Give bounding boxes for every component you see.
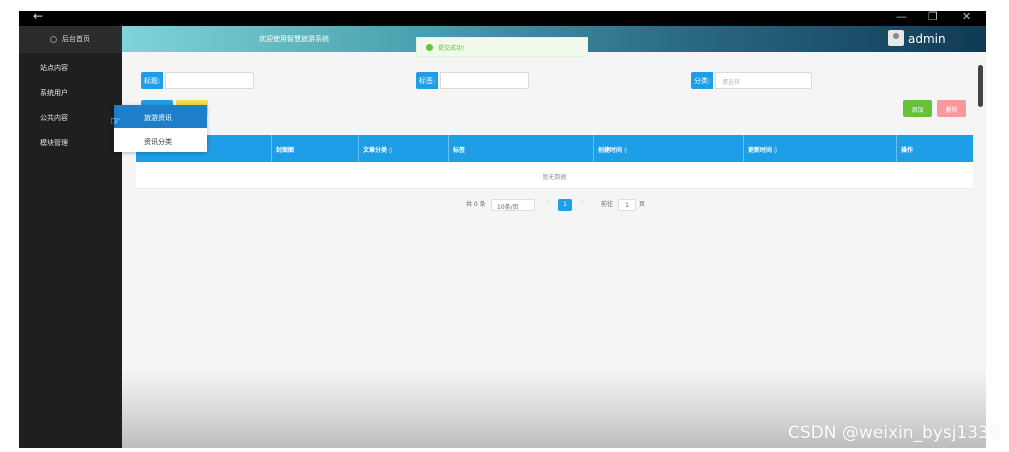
- column-actions: 操作: [896, 135, 973, 162]
- username[interactable]: admin: [908, 32, 946, 46]
- prev-page-icon[interactable]: ‹: [547, 199, 549, 206]
- submenu-item-news-category[interactable]: 资讯分类: [114, 129, 207, 152]
- submenu-item-travel-news[interactable]: 旅游资讯: [114, 105, 207, 128]
- sidebar-home[interactable]: 后台首页: [19, 26, 122, 53]
- sidebar: 后台首页 站点内容 系统用户 公共内容 模块管理: [19, 26, 122, 448]
- public-content-submenu: 旅游资讯 资讯分类: [114, 105, 207, 152]
- title-filter-label: 标题:: [141, 72, 164, 89]
- sidebar-item-label: 站点内容: [40, 64, 68, 72]
- watermark: CSDN @weixin_bysj1330: [788, 423, 1000, 443]
- home-icon: [50, 36, 57, 43]
- sidebar-item-site-content[interactable]: 站点内容: [19, 57, 122, 79]
- category-filter-label: 分类:: [691, 72, 714, 89]
- main-content: [122, 52, 986, 448]
- avatar[interactable]: [888, 30, 904, 46]
- column-header: 创建时间 ◊: [598, 147, 628, 154]
- app-window: ← — ❐ ✕ 后台首页 站点内容 系统用户 公共内容 模块管理 欢迎使用智慧旅…: [0, 0, 1009, 452]
- delete-button[interactable]: 删除: [937, 100, 966, 117]
- welcome-text: 欢迎使用智慧旅游系统: [259, 35, 329, 43]
- table-empty-row: 暂无数据: [136, 162, 973, 189]
- add-button[interactable]: 添加: [903, 100, 932, 117]
- scrollbar[interactable]: [978, 65, 983, 107]
- back-arrow-icon[interactable]: ←: [33, 9, 43, 23]
- tag-filter-input[interactable]: [440, 72, 529, 89]
- next-page-icon[interactable]: ›: [581, 199, 583, 206]
- column-updated[interactable]: 更新时间 ◊: [743, 135, 896, 162]
- column-header: 更新时间 ◊: [748, 147, 778, 154]
- table-header: 封面图 文章分类 ◊ 标签 创建时间 ◊ 更新时间 ◊ 操作: [136, 135, 973, 162]
- column-header: 标签: [453, 147, 466, 154]
- empty-text: 暂无数据: [542, 174, 567, 181]
- column-category[interactable]: 文章分类 ◊: [358, 135, 448, 162]
- sidebar-item-module-management[interactable]: 模块管理: [19, 132, 122, 154]
- sidebar-item-public-content[interactable]: 公共内容: [19, 107, 122, 129]
- minimize-icon[interactable]: —: [896, 10, 907, 23]
- chevron-down-icon: ⌄: [722, 76, 728, 84]
- column-header: 封面图: [276, 147, 295, 154]
- goto-page-input[interactable]: 1: [618, 199, 636, 211]
- close-icon[interactable]: ✕: [962, 10, 971, 23]
- page-number-current[interactable]: 1: [558, 199, 572, 211]
- sidebar-item-system-users[interactable]: 系统用户: [19, 82, 122, 104]
- column-tags: 标签: [448, 135, 593, 162]
- pagination-total: 共 0 条: [466, 201, 486, 208]
- restore-icon[interactable]: ❐: [928, 10, 938, 23]
- goto-label: 前往: [601, 201, 614, 208]
- submenu-item-label: 资讯分类: [144, 138, 172, 146]
- hand-cursor-icon: ☞: [110, 114, 121, 128]
- category-filter-select[interactable]: 请选择 ⌄: [715, 72, 812, 89]
- page-size-value: 10条/页: [497, 204, 519, 211]
- column-header: 文章分类 ◊: [363, 147, 393, 154]
- sidebar-home-label: 后台首页: [62, 35, 90, 43]
- submenu-item-label: 旅游资讯: [144, 114, 172, 122]
- sidebar-item-label: 系统用户: [40, 89, 68, 97]
- column-created[interactable]: 创建时间 ◊: [593, 135, 743, 162]
- sidebar-item-label: 模块管理: [40, 139, 68, 147]
- window-titlebar: ← — ❐ ✕: [19, 9, 986, 26]
- success-toast: 提交成功!: [416, 37, 588, 57]
- column-header: 操作: [901, 147, 914, 154]
- tag-filter-label: 标签:: [416, 72, 439, 89]
- page-size-select[interactable]: 10条/页: [491, 199, 535, 211]
- column-cover: 封面图: [271, 135, 358, 162]
- title-filter-input[interactable]: [165, 72, 254, 89]
- sidebar-item-label: 公共内容: [40, 114, 68, 122]
- success-icon: [426, 44, 433, 51]
- page-unit-label: 页: [639, 201, 646, 208]
- toast-message: 提交成功!: [438, 45, 465, 52]
